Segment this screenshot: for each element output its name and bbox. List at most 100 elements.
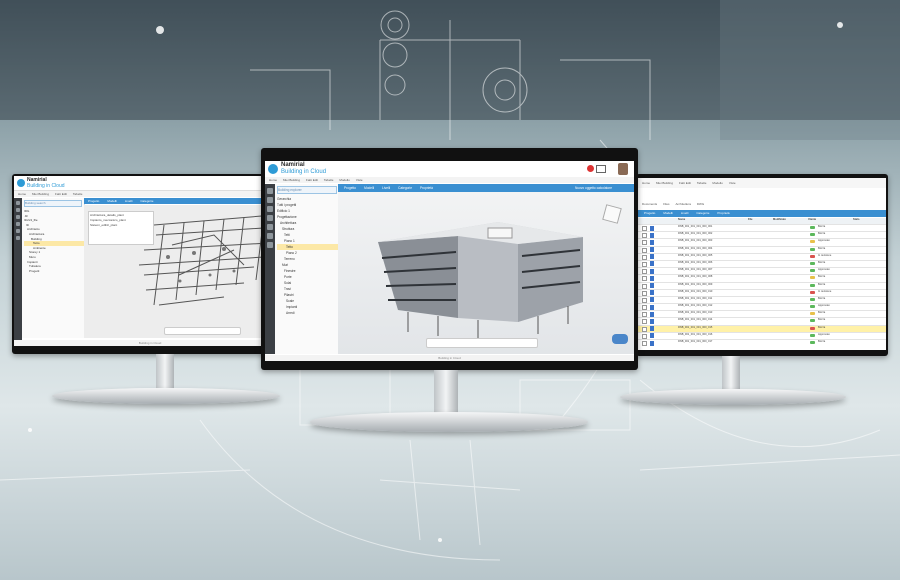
row-checkbox[interactable] — [642, 233, 647, 239]
menu-item[interactable]: Miei Building — [283, 178, 300, 182]
row-checkbox[interactable] — [642, 283, 647, 289]
layers-icon[interactable] — [16, 222, 20, 226]
users-icon[interactable] — [16, 229, 20, 233]
mail-icon[interactable] — [596, 165, 606, 173]
home-icon[interactable] — [16, 201, 20, 205]
table-row[interactable]: RNB_001_001_001_000_016 Approvato — [638, 333, 886, 340]
toolbar-item[interactable]: Livelli — [125, 199, 133, 203]
tree-item[interactable]: Progetti — [24, 269, 84, 274]
table-row[interactable]: RNB_001_001_001_000_003 Approvato — [638, 239, 886, 247]
column-header[interactable]: Stato — [853, 218, 859, 221]
menu-item[interactable]: Viste — [729, 181, 736, 185]
menu-item[interactable]: Tabelle — [324, 178, 334, 182]
menu-item[interactable]: Miei Building — [32, 192, 49, 196]
column-header[interactable]: Modificato — [773, 218, 786, 221]
menu-item[interactable]: Miei Building — [656, 181, 673, 185]
toolbar-item[interactable]: Livelli — [681, 211, 689, 215]
toolbar-item[interactable]: Categorie — [140, 199, 153, 203]
menu-item[interactable]: Viste — [356, 178, 363, 182]
row-checkbox[interactable] — [642, 297, 647, 303]
building-search-input[interactable]: Building search — [24, 200, 82, 207]
row-checkbox[interactable] — [642, 333, 647, 339]
folder-icon[interactable] — [267, 197, 273, 203]
users-icon[interactable] — [267, 224, 273, 230]
collaboration-icon[interactable] — [612, 334, 628, 344]
toolbar-item[interactable]: Modelli — [663, 211, 673, 215]
tab[interactable]: Documents — [642, 202, 657, 206]
menu-item[interactable]: Tabelle — [697, 181, 707, 185]
menu-item[interactable]: Fatti Edit — [306, 178, 318, 182]
row-checkbox[interactable] — [642, 312, 647, 318]
cube-icon[interactable] — [16, 215, 20, 219]
menu-item[interactable]: Home — [18, 192, 26, 196]
home-icon[interactable] — [267, 188, 273, 194]
notification-icon[interactable] — [587, 165, 594, 172]
tab[interactable]: Files — [663, 202, 669, 206]
menu-item[interactable]: Fatti Edit — [55, 192, 67, 196]
toolbar-item[interactable]: Categorie — [696, 211, 709, 215]
row-checkbox[interactable] — [642, 247, 647, 253]
toolbar-item[interactable]: Categorie — [398, 186, 412, 190]
tree-item[interactable]: Arredi — [277, 310, 339, 316]
tab[interactable]: Architettura — [676, 202, 691, 206]
viewer-navigation-bar[interactable] — [164, 327, 241, 335]
toolbar-item[interactable]: Proprietà — [420, 186, 433, 190]
row-checkbox[interactable] — [642, 326, 647, 332]
row-checkbox[interactable] — [642, 226, 647, 231]
viewer-navigation-bar[interactable] — [426, 338, 538, 348]
table-row[interactable]: RNB_001_001_001_000_001 Bozza — [638, 225, 886, 233]
row-checkbox[interactable] — [642, 240, 647, 246]
toolbar-item[interactable]: Progetto — [344, 186, 356, 190]
table-row[interactable]: RNB_001_001_001_000_012 Approvato — [638, 304, 886, 312]
table-row[interactable]: RNB_001_001_001_000_014 Bozza — [638, 318, 886, 326]
3d-viewer[interactable] — [338, 192, 634, 354]
tab[interactable]: DWG — [697, 202, 704, 206]
row-checkbox[interactable] — [642, 305, 647, 311]
table-row[interactable]: RNB_001_001_001_000_011 Bozza — [638, 297, 886, 305]
row-checkbox[interactable] — [642, 290, 647, 296]
menu-item[interactable]: Modello — [712, 181, 723, 185]
wrench-icon[interactable] — [16, 236, 20, 240]
table-row[interactable]: RNB_001_001_001_000_017 Bozza — [638, 340, 886, 346]
app-logo[interactable] — [268, 164, 278, 174]
toolbar-item[interactable]: Modelli — [364, 186, 374, 190]
table-row[interactable]: RNB_001_001_001_000_013 Bozza — [638, 311, 886, 319]
menu-item[interactable]: Home — [269, 178, 277, 182]
column-header[interactable]: File — [748, 218, 752, 221]
menu-item[interactable]: Modello — [339, 178, 350, 182]
layers-icon[interactable] — [267, 215, 273, 221]
table-row[interactable]: RNB_001_001_001_000_004 Bozza — [638, 247, 886, 254]
table-row[interactable]: RNB_001_001_001_000_008 Bozza — [638, 275, 886, 283]
row-checkbox[interactable] — [642, 261, 647, 267]
wrench-icon[interactable] — [267, 242, 273, 248]
menu-item[interactable]: Fatti Edit — [679, 181, 691, 185]
menu-item[interactable]: Tabelle — [73, 192, 83, 196]
toolbar-item[interactable]: Progetto — [644, 211, 655, 215]
column-header[interactable]: Utente — [808, 218, 816, 221]
row-checkbox[interactable] — [642, 341, 647, 346]
row-checkbox[interactable] — [642, 319, 647, 325]
folder-icon[interactable] — [16, 208, 20, 212]
user-avatar[interactable] — [618, 163, 628, 175]
row-checkbox[interactable] — [642, 269, 647, 275]
table-row[interactable]: RNB_001_001_001_000_015 Bozza — [638, 325, 886, 333]
column-header[interactable]: Nome — [678, 218, 685, 221]
tag-icon[interactable] — [267, 233, 273, 239]
cube-icon[interactable] — [267, 206, 273, 212]
building-explorer-search[interactable]: Building explorer — [277, 186, 337, 194]
3d-viewer[interactable]: Architettura_details_plant Impianto_mecc… — [84, 205, 286, 338]
table-row[interactable]: RNB_001_001_001_000_007 Approvato — [638, 268, 886, 276]
toolbar-item[interactable]: Proprietà — [717, 211, 729, 215]
table-row[interactable]: RNB_001_001_001_000_005 In revisione — [638, 254, 886, 261]
row-checkbox[interactable] — [642, 254, 647, 260]
table-row[interactable]: RNB_001_001_001_000_006 Bozza — [638, 261, 886, 269]
app-logo[interactable] — [17, 179, 25, 187]
table-row[interactable]: RNB_001_001_001_000_009 Bozza — [638, 283, 886, 290]
toolbar-item[interactable]: Livelli — [382, 186, 390, 190]
menu-item[interactable]: Home — [642, 181, 650, 185]
row-checkbox[interactable] — [642, 276, 647, 282]
toolbar-item[interactable]: Progetto — [88, 199, 99, 203]
toolbar-right-action[interactable]: Nuovo oggetto calcolatore — [575, 184, 612, 192]
table-row[interactable]: RNB_001_001_001_000_010 In revisione — [638, 290, 886, 297]
toolbar-item[interactable]: Modelli — [107, 199, 117, 203]
